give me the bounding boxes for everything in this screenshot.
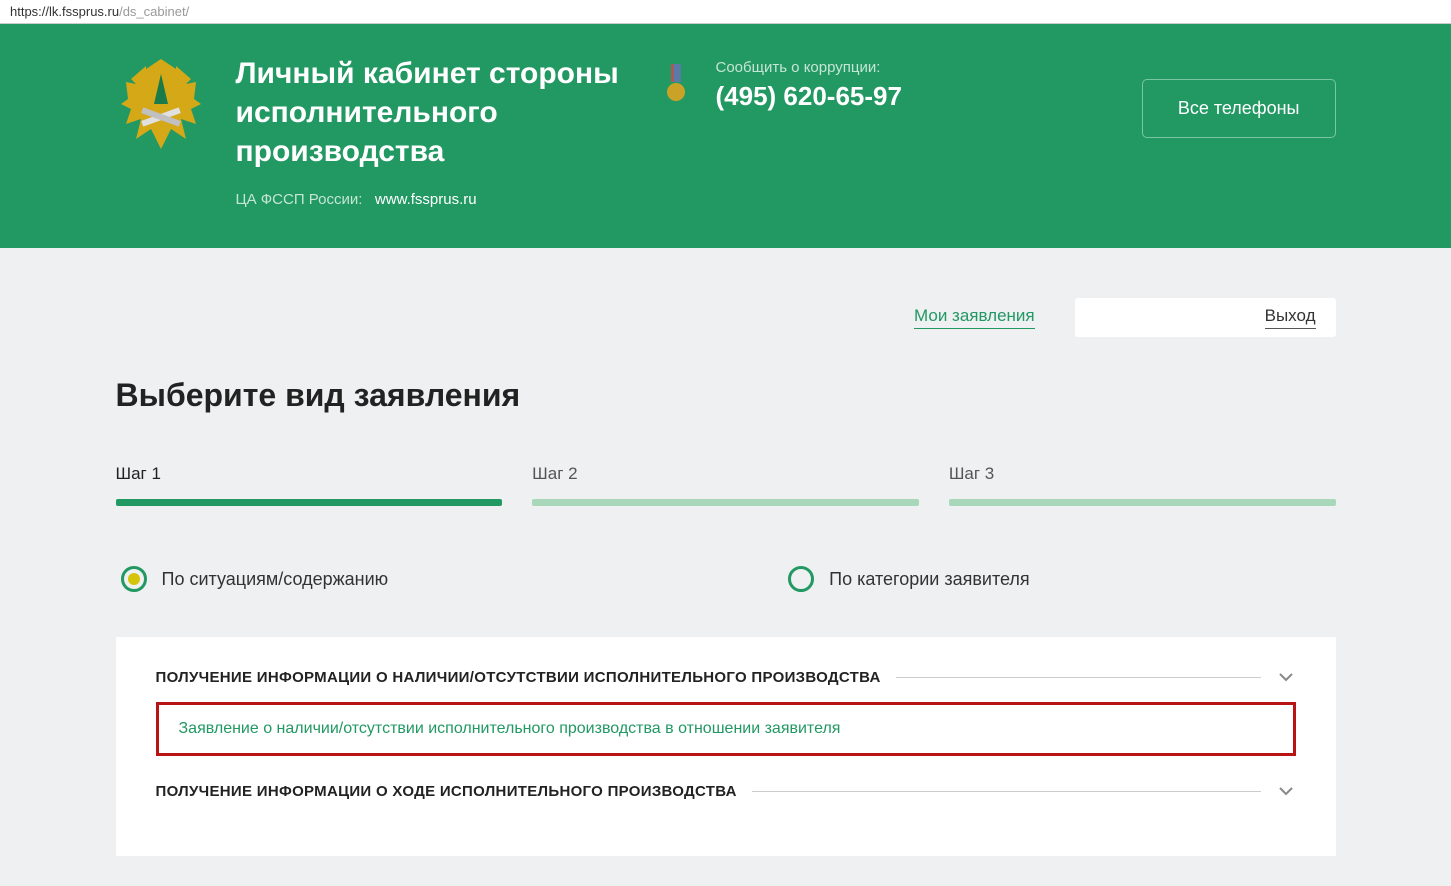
radio-label: По ситуациям/содержанию [162,569,389,590]
step-bar [116,499,503,506]
divider [896,677,1261,678]
radio-by-situation[interactable]: По ситуациям/содержанию [121,566,389,592]
url-path: /ds_cabinet/ [119,4,189,19]
step-bar [532,499,919,506]
step-2[interactable]: Шаг 2 [532,464,919,506]
page-title: Выберите вид заявления [116,377,1336,414]
chevron-down-icon [1276,781,1296,801]
step-label: Шаг 1 [116,464,503,484]
logout-link[interactable]: Выход [1265,306,1316,329]
url-bar[interactable]: https://lk.fssprus.ru/ds_cabinet/ [0,0,1451,24]
step-1[interactable]: Шаг 1 [116,464,503,506]
fssp-emblem-icon [116,54,206,154]
application-link[interactable]: Заявление о наличии/отсутствии исполните… [179,720,841,737]
site-title: Личный кабинет стороны исполнительного п… [236,54,656,171]
contact-phone: (495) 620-65-97 [716,81,902,112]
subtitle-link[interactable]: www.fssprus.ru [375,191,477,208]
subtitle-prefix: ЦА ФССП России: [236,191,363,208]
step-bar [949,499,1336,506]
my-applications-link[interactable]: Мои заявления [914,306,1035,329]
user-name [1095,309,1245,327]
section-presence-info: ПОЛУЧЕНИЕ ИНФОРМАЦИИ О НАЛИЧИИ/ОТСУТСТВИ… [156,667,1296,756]
user-area: Выход [1075,298,1336,337]
medal-icon [666,64,686,104]
radio-icon [788,566,814,592]
radio-group: По ситуациям/содержанию По категории зая… [116,566,1336,592]
highlighted-application: Заявление о наличии/отсутствии исполните… [156,702,1296,756]
steps: Шаг 1 Шаг 2 Шаг 3 [116,464,1336,506]
radio-by-category[interactable]: По категории заявителя [788,566,1030,592]
applications-panel: ПОЛУЧЕНИЕ ИНФОРМАЦИИ О НАЛИЧИИ/ОТСУТСТВИ… [116,637,1336,856]
radio-icon [121,566,147,592]
all-phones-button[interactable]: Все телефоны [1142,79,1336,138]
url-host: https://lk.fssprus.ru [10,4,119,19]
chevron-down-icon [1276,667,1296,687]
divider [752,791,1261,792]
section-progress-info: ПОЛУЧЕНИЕ ИНФОРМАЦИИ О ХОДЕ ИСПОЛНИТЕЛЬН… [156,781,1296,801]
section-title: ПОЛУЧЕНИЕ ИНФОРМАЦИИ О НАЛИЧИИ/ОТСУТСТВИ… [156,669,881,686]
section-header[interactable]: ПОЛУЧЕНИЕ ИНФОРМАЦИИ О НАЛИЧИИ/ОТСУТСТВИ… [156,667,1296,687]
step-3[interactable]: Шаг 3 [949,464,1336,506]
section-title: ПОЛУЧЕНИЕ ИНФОРМАЦИИ О ХОДЕ ИСПОЛНИТЕЛЬН… [156,783,737,800]
section-header[interactable]: ПОЛУЧЕНИЕ ИНФОРМАЦИИ О ХОДЕ ИСПОЛНИТЕЛЬН… [156,781,1296,801]
contact-label: Сообщить о коррупции: [716,59,902,76]
step-label: Шаг 3 [949,464,1336,484]
step-label: Шаг 2 [532,464,919,484]
radio-label: По категории заявителя [829,569,1030,590]
header: Личный кабинет стороны исполнительного п… [0,24,1451,248]
top-nav: Мои заявления Выход [116,248,1336,377]
